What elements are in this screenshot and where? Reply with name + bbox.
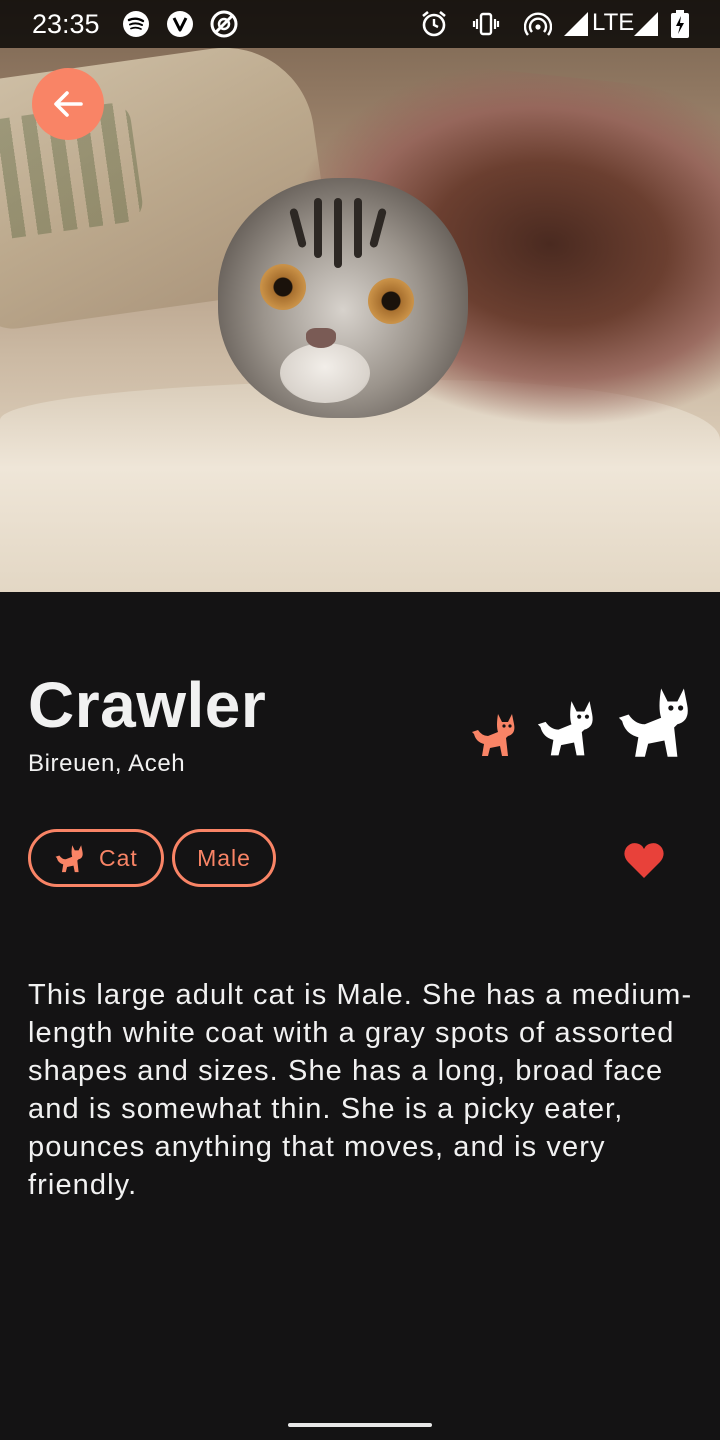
cat-large-icon <box>618 688 688 757</box>
tag-label: Cat <box>99 844 138 871</box>
home-indicator[interactable] <box>288 1423 432 1427</box>
alarm-icon <box>422 10 446 37</box>
signal-icon <box>564 12 588 36</box>
cat-medium-icon <box>537 701 593 756</box>
arrow-left-icon <box>54 91 83 117</box>
favorite-heart-icon[interactable] <box>622 840 666 880</box>
pet-detail-screen: 23:35 LTE Crawler Bireuen, Aceh Cat Male… <box>0 0 720 1440</box>
pet-location: Bireuen, Aceh <box>28 750 186 777</box>
status-time: 23:35 <box>32 9 100 39</box>
network-type: LTE <box>592 9 635 36</box>
pet-description: This large adult cat is Male. She has a … <box>28 979 693 1201</box>
battery-charging-icon <box>671 10 689 38</box>
spotify-icon <box>123 11 149 37</box>
signal-icon <box>634 12 658 36</box>
v-app-icon <box>167 11 193 37</box>
cat-small-icon <box>472 714 515 756</box>
pet-name: Crawler <box>28 669 267 741</box>
tag-chip-male[interactable]: Male <box>172 829 276 887</box>
cat-icon <box>55 845 83 873</box>
status-bar: 23:35 LTE <box>0 0 720 48</box>
pet-photo <box>0 0 720 592</box>
no-disturb-icon <box>210 10 238 38</box>
hotspot-icon <box>524 12 552 36</box>
back-button[interactable] <box>32 68 104 140</box>
size-indicator <box>462 680 702 762</box>
tag-chip-cat[interactable]: Cat <box>28 829 164 887</box>
cat-face <box>218 178 468 418</box>
tag-label: Male <box>197 844 251 871</box>
vibrate-icon <box>472 12 500 36</box>
